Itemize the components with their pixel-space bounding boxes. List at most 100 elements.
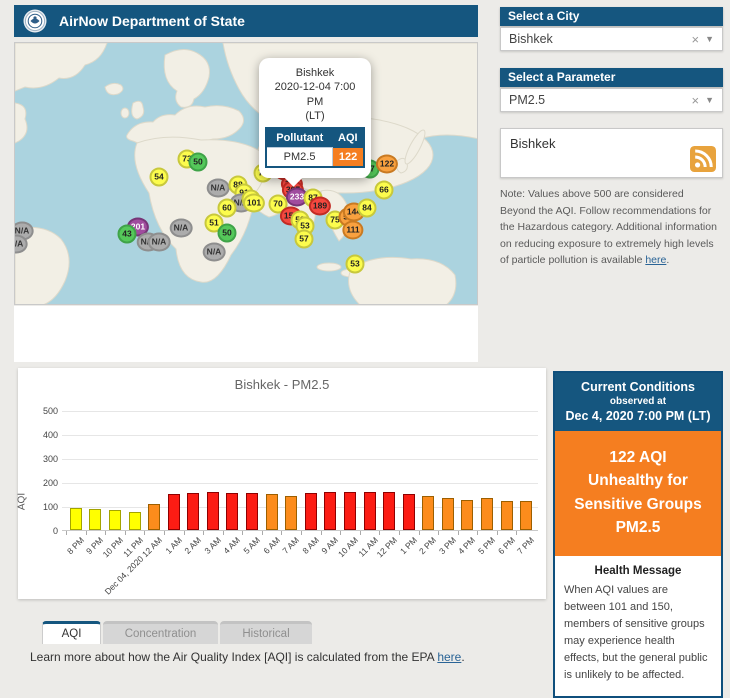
x-axis-tick	[242, 531, 244, 535]
x-axis-tick	[477, 531, 479, 535]
popup-col-pollutant: Pollutant	[266, 128, 333, 148]
city-caret-icon[interactable]: ▼	[705, 34, 722, 44]
x-axis-tick	[203, 531, 205, 535]
map-marker[interactable]: 57	[294, 229, 314, 249]
x-axis-tick	[340, 531, 342, 535]
chart-bar[interactable]	[108, 510, 121, 530]
chart-bar[interactable]	[285, 496, 298, 530]
note-here-link[interactable]: here	[645, 254, 666, 266]
city-clear-icon[interactable]: ×	[685, 32, 705, 47]
x-tick-label: 1 PM	[397, 535, 419, 557]
x-tick-label: 5 AM	[241, 535, 263, 556]
x-axis-tick	[105, 531, 107, 535]
x-axis-tick	[163, 531, 165, 535]
parameter-select[interactable]: PM2.5 × ▼	[500, 88, 723, 112]
select-city-header: Select a City	[500, 7, 723, 26]
x-tick-label: 7 PM	[515, 535, 537, 557]
chart-bar[interactable]	[520, 500, 533, 530]
learn-more-text: Learn more about how the Air Quality Ind…	[30, 650, 465, 664]
x-tick-label: 6 PM	[495, 535, 517, 557]
x-tick-label: 1 AM	[163, 535, 184, 556]
x-axis-tick	[516, 531, 518, 535]
chart-bar[interactable]	[304, 493, 317, 530]
map-marker[interactable]: 101	[242, 193, 266, 213]
city-select-value: Bishkek	[509, 32, 553, 46]
chart-bar[interactable]	[422, 495, 435, 530]
chart-bar[interactable]	[363, 491, 376, 530]
chart-bar[interactable]	[167, 493, 180, 530]
chart-plot: AQI 0 100 200 300 400 500 8 PM 9 PM 10 PM 11 PM De…	[17, 404, 546, 597]
map[interactable]: N/AN/A735054N/A8891N/A6160515020143N/AN/…	[14, 42, 478, 305]
x-axis-tick	[438, 531, 440, 535]
rss-icon[interactable]	[690, 146, 716, 172]
x-tick-label: 3 AM	[202, 535, 223, 556]
x-tick-label: 4 AM	[221, 535, 243, 556]
x-axis-tick	[66, 531, 67, 535]
map-marker[interactable]: N/A	[206, 178, 230, 198]
x-tick-label: 8 AM	[300, 535, 321, 556]
tab-historical[interactable]: Historical	[220, 621, 312, 644]
epa-link[interactable]: here	[437, 650, 461, 664]
chart-bar[interactable]	[265, 494, 278, 530]
map-marker[interactable]: 60	[217, 198, 237, 218]
x-axis-tick	[457, 531, 459, 535]
parameter-clear-icon[interactable]: ×	[685, 93, 705, 108]
chart-bar[interactable]	[148, 504, 161, 530]
x-axis-tick	[398, 531, 400, 535]
chart-bar[interactable]	[128, 512, 141, 530]
page-title: AirNow Department of State	[59, 13, 245, 29]
map-marker[interactable]: 53	[345, 254, 365, 274]
chart-bar[interactable]	[402, 493, 415, 530]
health-message-title: Health Message	[594, 565, 682, 577]
city-select[interactable]: Bishkek × ▼	[500, 27, 723, 51]
map-marker[interactable]: N/A	[169, 218, 193, 238]
map-marker[interactable]: 43	[117, 224, 137, 244]
map-marker[interactable]: N/A	[15, 234, 28, 254]
chart-bar[interactable]	[89, 508, 102, 530]
map-marker[interactable]: 122	[375, 154, 399, 174]
rss-box: Bishkek	[500, 128, 723, 178]
chart-bar[interactable]	[187, 492, 200, 530]
chart-bar[interactable]	[69, 507, 82, 530]
y-tick-label: 200	[42, 478, 58, 488]
chart-bar[interactable]	[461, 499, 474, 530]
tab-aqi[interactable]: AQI	[42, 621, 101, 644]
map-marker[interactable]: 50	[217, 223, 237, 243]
parameter-caret-icon[interactable]: ▼	[705, 95, 722, 105]
x-tick-label: 8 PM	[64, 535, 86, 557]
dos-seal-icon	[23, 9, 47, 33]
x-tick-label: 7 AM	[280, 535, 302, 556]
content-band: AQI Concentration Historical Learn more …	[14, 306, 478, 664]
conditions-header: Current Conditions observed at Dec 4, 20…	[555, 373, 721, 431]
chart-bar[interactable]	[500, 501, 513, 530]
map-marker[interactable]: N/A	[202, 242, 226, 262]
chart-bar[interactable]	[383, 492, 396, 530]
x-tick-label: 10 PM	[100, 535, 126, 560]
map-marker[interactable]: N/A	[147, 232, 171, 252]
x-tick-label: 5 PM	[475, 535, 498, 557]
chart-bar[interactable]	[441, 497, 454, 530]
map-marker[interactable]: 54	[149, 167, 169, 187]
conditions-aqi-value: 122 AQI	[609, 449, 667, 466]
map-marker[interactable]: 111	[342, 220, 364, 240]
map-marker[interactable]: 66	[374, 180, 394, 200]
airnow-dos-page: { "header": { "title": "AirNow Departmen…	[0, 0, 730, 698]
chart-bar[interactable]	[481, 498, 494, 530]
map-popup: Bishkek 2020-12-04 7:00 PM (LT) Pollutan…	[259, 58, 371, 187]
map-marker[interactable]: 84	[357, 198, 377, 218]
health-message-text: When AQI values are between 101 and 150,…	[564, 584, 708, 682]
map-marker[interactable]: 50	[188, 152, 208, 172]
parameter-select-value: PM2.5	[509, 93, 546, 107]
chart-bar[interactable]	[246, 493, 259, 530]
chart-bar[interactable]	[206, 491, 219, 530]
x-axis-line	[62, 530, 538, 531]
tab-bar: AQI Concentration Historical	[42, 621, 312, 644]
chart-bar[interactable]	[324, 491, 337, 530]
tab-concentration[interactable]: Concentration	[103, 621, 218, 644]
popup-datetime: 2020-12-04 7:00 PM	[274, 81, 356, 108]
chart-title: Bishkek - PM2.5	[234, 377, 330, 392]
x-axis-tick	[359, 531, 361, 535]
chart-bar[interactable]	[343, 492, 356, 530]
rss-city-text: Bishkek	[510, 136, 556, 151]
chart-bar[interactable]	[226, 492, 239, 530]
